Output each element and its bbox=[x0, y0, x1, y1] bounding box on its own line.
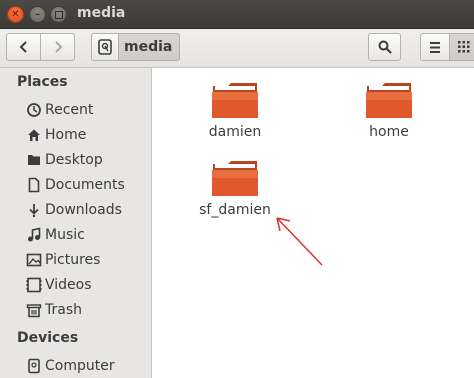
window-title: media bbox=[77, 5, 126, 21]
sidebar-item-desktop[interactable]: Desktop bbox=[26, 150, 103, 170]
sidebar-item-label: Downloads bbox=[45, 202, 122, 218]
sidebar-item-label: Pictures bbox=[45, 252, 101, 268]
music-icon bbox=[26, 227, 42, 243]
sidebar: Places Recent Home Desktop Documents Dow… bbox=[0, 68, 152, 378]
sidebar-item-trash[interactable]: Trash bbox=[26, 300, 82, 320]
back-button[interactable] bbox=[6, 33, 41, 61]
videos-icon bbox=[26, 277, 42, 293]
path-segment-media[interactable]: media bbox=[119, 33, 181, 61]
path-drive-button[interactable] bbox=[91, 33, 119, 61]
sidebar-item-label: Documents bbox=[45, 177, 125, 193]
sidebar-item-label: Desktop bbox=[45, 152, 103, 168]
annotation-arrow-icon bbox=[276, 217, 323, 266]
places-header: Places bbox=[17, 74, 68, 90]
minimize-window-button[interactable]: – bbox=[29, 6, 46, 23]
sidebar-item-pictures[interactable]: Pictures bbox=[26, 250, 100, 270]
close-icon: ✕ bbox=[11, 8, 20, 20]
sidebar-item-recent[interactable]: Recent bbox=[26, 100, 93, 120]
toolbar: media bbox=[0, 29, 474, 68]
sidebar-item-documents[interactable]: Documents bbox=[26, 175, 125, 195]
title-bar: ✕ – media bbox=[0, 0, 474, 29]
devices-header: Devices bbox=[17, 330, 79, 346]
document-icon bbox=[26, 177, 42, 193]
forward-button[interactable] bbox=[40, 33, 75, 61]
pictures-icon bbox=[26, 252, 42, 268]
chevron-right-icon bbox=[54, 41, 62, 53]
grid-view-icon bbox=[458, 41, 470, 53]
sidebar-item-music[interactable]: Music bbox=[26, 225, 85, 245]
close-window-button[interactable]: ✕ bbox=[7, 6, 24, 23]
search-button[interactable] bbox=[368, 33, 401, 61]
grid-view-button[interactable] bbox=[449, 33, 474, 61]
clock-icon bbox=[26, 102, 42, 118]
search-icon bbox=[378, 40, 392, 54]
sidebar-item-label: Home bbox=[45, 127, 87, 143]
home-icon bbox=[26, 127, 42, 143]
sidebar-item-label: Music bbox=[45, 227, 85, 243]
file-view: damien home sf_damien bbox=[152, 68, 474, 378]
list-view-button[interactable] bbox=[420, 33, 450, 61]
sidebar-item-downloads[interactable]: Downloads bbox=[26, 200, 122, 220]
path-bar: media bbox=[91, 33, 181, 61]
list-view-icon bbox=[430, 41, 440, 53]
sidebar-item-computer[interactable]: Computer bbox=[26, 356, 115, 376]
sidebar-item-label: Videos bbox=[45, 277, 92, 293]
sidebar-item-label: Trash bbox=[45, 302, 82, 318]
sidebar-item-label: Computer bbox=[45, 358, 115, 374]
sidebar-item-home[interactable]: Home bbox=[26, 125, 86, 145]
maximize-icon bbox=[54, 10, 63, 19]
maximize-window-button[interactable] bbox=[50, 6, 67, 23]
sidebar-item-videos[interactable]: Videos bbox=[26, 275, 92, 295]
desktop-icon bbox=[26, 152, 42, 168]
trash-icon bbox=[26, 302, 42, 318]
drive-icon bbox=[98, 39, 112, 55]
chevron-left-icon bbox=[19, 41, 27, 53]
computer-icon bbox=[26, 358, 42, 374]
sidebar-item-label: Recent bbox=[45, 102, 94, 118]
download-icon bbox=[26, 202, 42, 218]
minimize-icon: – bbox=[35, 8, 40, 20]
